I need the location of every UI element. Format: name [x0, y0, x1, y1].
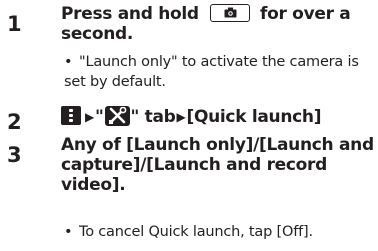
- camera-key-icon: [210, 4, 251, 22]
- menu-key-icon: [61, 106, 81, 125]
- bullet: •: [64, 54, 73, 70]
- quote-close-tab: " tab: [130, 107, 176, 127]
- step-3-line2: capture]/[Launch and record: [61, 155, 328, 175]
- bullet: •: [64, 224, 73, 240]
- step-1-instruction: Press and hold for over a second.: [61, 4, 376, 44]
- step-1-text-line2: second.: [61, 24, 134, 44]
- step-3-line3: video].: [61, 175, 126, 195]
- step-3-note-text: To cancel Quick launch, tap [Off].: [79, 224, 313, 240]
- arrow-icon: ▶: [176, 110, 186, 124]
- step-3-note: • To cancel Quick launch, tap [Off].: [64, 222, 376, 242]
- step-3-instruction: Any of [Launch only]/[Launch and capture…: [61, 135, 376, 195]
- step-1-text-after: for over a: [254, 4, 351, 24]
- step-1-note-line2: set by default.: [64, 74, 166, 90]
- tools-tab-icon: [104, 106, 130, 126]
- step-number: 2: [7, 110, 22, 134]
- step-2-instruction: ▶" " tab▶[Quick launch]: [61, 106, 376, 127]
- quote-open: ": [94, 107, 104, 127]
- step-1-note: • "Launch only" to activate the camera is…: [64, 52, 376, 92]
- step-3-line1: Any of [Launch only]/[Launch and: [61, 135, 374, 155]
- step-1-note-line1: "Launch only" to activate the camera is: [79, 54, 359, 70]
- step-number: 3: [7, 143, 22, 167]
- step-number: 1: [7, 12, 22, 36]
- arrow-icon: ▶: [85, 110, 94, 124]
- step-1-text-before: Press and hold: [61, 4, 205, 24]
- quick-launch-label: [Quick launch]: [186, 107, 322, 127]
